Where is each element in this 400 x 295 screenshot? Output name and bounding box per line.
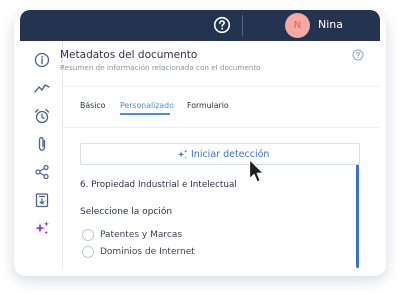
section-title: 6. Propiedad Industrial e Intelectual [80, 180, 237, 190]
activity-icon[interactable] [34, 80, 50, 96]
help-circle-icon[interactable] [352, 49, 364, 61]
info-icon[interactable] [34, 52, 50, 68]
tab-basico[interactable]: Básico [80, 101, 105, 110]
tabs-divider [63, 127, 380, 128]
download-icon[interactable] [34, 192, 50, 208]
radio-dominios[interactable] [82, 246, 94, 258]
tab-personalizado[interactable]: Personalizado [120, 101, 174, 110]
help-circle-icon[interactable] [213, 16, 231, 34]
mouse-pointer-icon [248, 158, 265, 183]
share-icon[interactable] [34, 164, 50, 180]
page-subtitle: Resumen de información relacionada con e… [60, 63, 261, 72]
option-heading: Seleccione la opción [80, 207, 173, 217]
radio-patentes[interactable] [82, 229, 94, 241]
topbar-divider [242, 15, 243, 36]
header-divider [63, 86, 380, 87]
sidebar [20, 41, 63, 268]
sparkles-icon [177, 149, 188, 159]
sparkles-icon[interactable] [34, 220, 50, 236]
user-name[interactable]: Nina [318, 18, 343, 31]
active-tab-indicator [120, 113, 170, 115]
tab-formulario[interactable]: Formulario [187, 101, 229, 110]
avatar[interactable]: N [285, 13, 310, 38]
radio-label-patentes[interactable]: Patentes y Marcas [100, 230, 182, 240]
paperclip-icon[interactable] [34, 136, 50, 152]
top-bar: N Nina [20, 10, 380, 41]
page-title: Metadatos del documento [60, 49, 198, 61]
start-detection-button[interactable]: Iniciar detección [80, 143, 360, 165]
alarm-clock-icon[interactable] [34, 108, 50, 124]
radio-label-dominios[interactable]: Dominios de Internet [100, 247, 195, 257]
